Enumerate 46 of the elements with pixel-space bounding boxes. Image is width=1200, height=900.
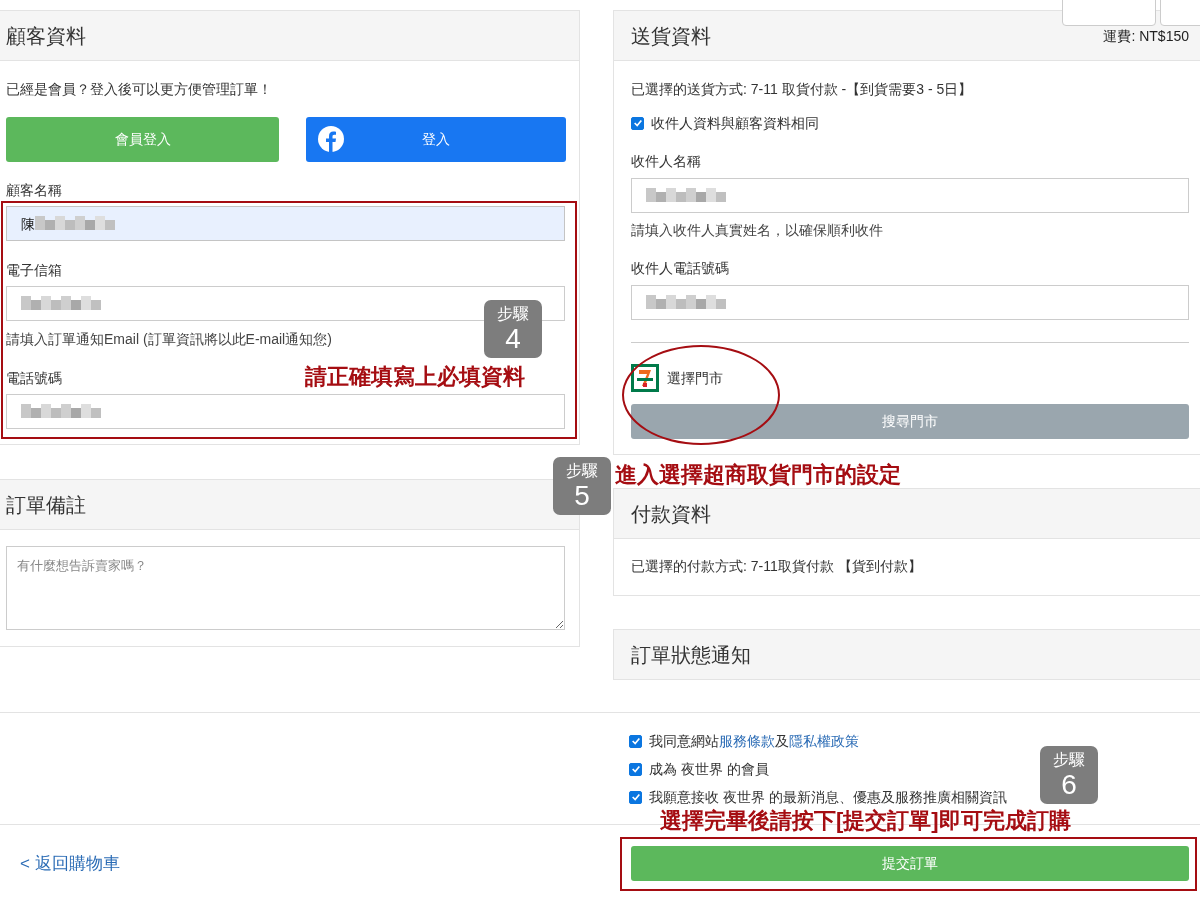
field-label: 收件人電話號碼: [631, 260, 729, 276]
step-number: 4: [505, 324, 521, 353]
shipping-fee: 運費: NT$150: [1103, 28, 1189, 44]
field-label: 收件人名稱: [631, 153, 701, 169]
section-title: 送貨資料: [631, 23, 711, 48]
field-label: 電子信箱: [6, 262, 62, 278]
back-to-cart-link[interactable]: < 返回購物車: [20, 853, 120, 874]
step-label: 步驟: [566, 462, 598, 479]
policy-link[interactable]: 隱私權政策: [789, 733, 859, 749]
prompt-text: 已經是會員？登入後可以更方便管理訂單！: [6, 81, 272, 97]
field-label: 電話號碼: [6, 370, 62, 386]
checkbox-label: 收件人資料與顧客資料相同: [651, 115, 819, 131]
step-number: 6: [1061, 770, 1077, 799]
input-field[interactable]: [6, 394, 565, 429]
section-title: 付款資料: [631, 501, 711, 526]
checkbox[interactable]: [629, 734, 642, 748]
store-label: 選擇門市: [667, 370, 723, 386]
annotation-text: 選擇完畢後請按下[提交訂單]即可完成訂購: [660, 810, 1071, 832]
payment-method: 已選擇的付款方式: 7-11取貨付款 【貨到付款】: [631, 558, 922, 574]
note-field[interactable]: 有什麼想告訴賣家嗎？: [6, 546, 565, 630]
input-field[interactable]: 陳: [6, 206, 565, 241]
help-text: 請填入收件人真實姓名，以確保順利收件: [631, 222, 883, 238]
checkbox[interactable]: [629, 790, 642, 804]
step-label: 步驟: [497, 305, 529, 322]
input-field[interactable]: [6, 286, 565, 321]
annotation-text: 進入選擇超商取貨門市的設定: [615, 464, 901, 486]
step-number: 5: [574, 481, 590, 510]
policy-link[interactable]: 服務條款: [719, 733, 775, 749]
checkbox-label: 成為 夜世界 的會員: [649, 761, 769, 777]
help-text: 請填入訂單通知Email (訂單資訊將以此E-mail通知您): [6, 331, 332, 347]
section-title: 訂單狀態通知: [631, 642, 751, 667]
input-field[interactable]: [631, 285, 1189, 320]
facebook-icon: [318, 126, 344, 152]
step-label: 步驟: [1053, 751, 1085, 768]
section-title: 訂單備註: [6, 492, 86, 517]
field-label: 顧客名稱: [6, 182, 62, 198]
checkbox-label: 我願意接收 夜世界 的最新消息、優惠及服務推廣相關資訊: [649, 789, 1007, 805]
checkbox[interactable]: [631, 116, 644, 130]
section-title: 顧客資料: [6, 23, 86, 48]
shipping-method: 已選擇的送貨方式: 7-11 取貨付款 -【到貨需要3 - 5日】: [631, 81, 973, 97]
checkbox[interactable]: [629, 762, 642, 776]
annotation-text: 請正確填寫上必填資料: [305, 366, 525, 388]
facebook-login-button[interactable]: 登入: [306, 117, 566, 162]
store-logo-icon: [631, 364, 659, 392]
checkbox-label: 我同意網站服務條款及隱私權政策: [649, 733, 859, 749]
input-field[interactable]: [631, 178, 1189, 213]
